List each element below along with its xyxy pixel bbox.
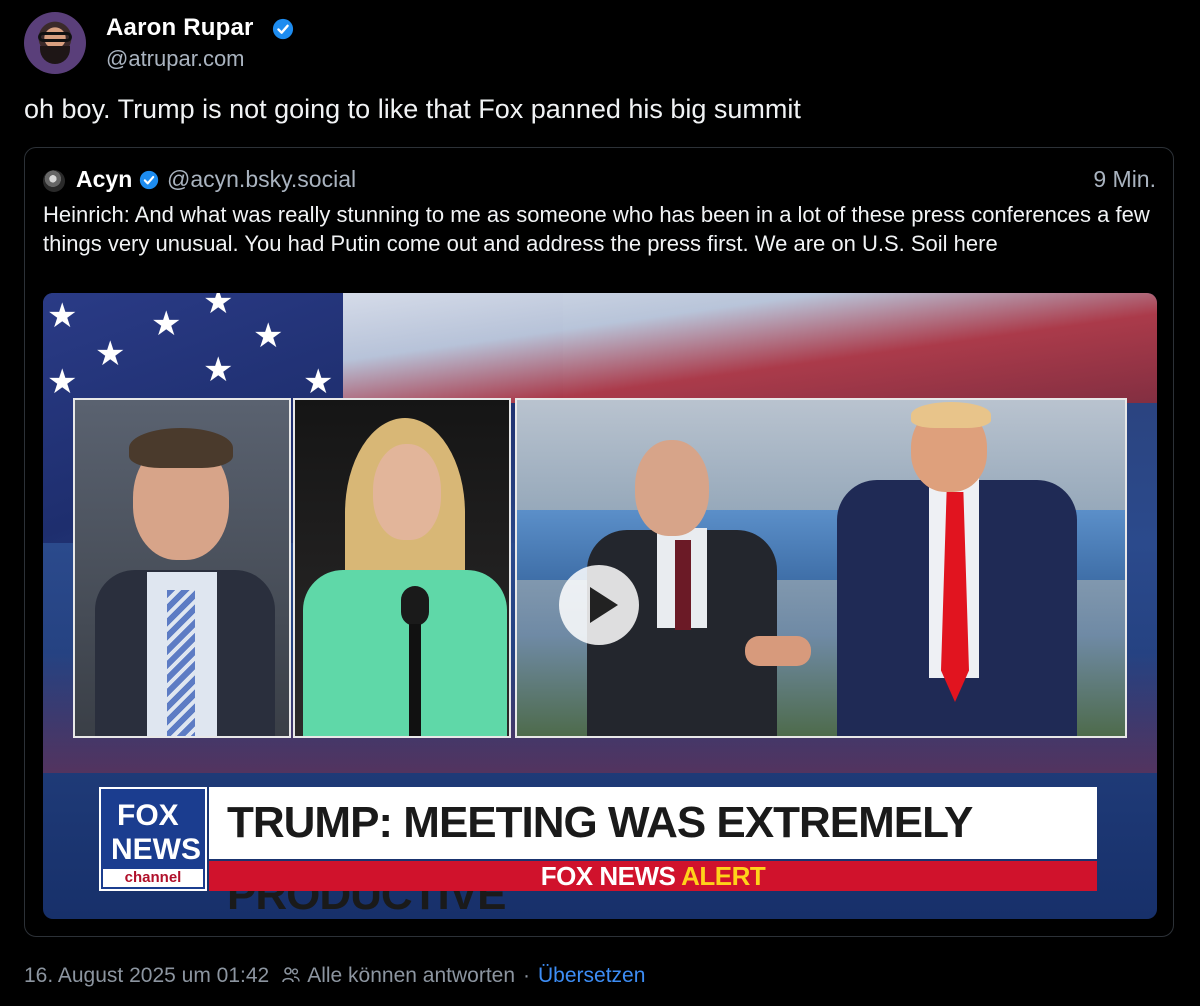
- quoted-post-card[interactable]: Acyn @acyn.bsky.social 9 Min. Heinrich: …: [24, 147, 1174, 937]
- handshake: [745, 636, 811, 666]
- star-decoration: ★: [203, 293, 234, 321]
- star-decoration: ★: [47, 297, 78, 335]
- verified-badge-icon: [139, 170, 159, 190]
- logo-channel-text: channel: [103, 869, 203, 887]
- quoted-author-avatar[interactable]: [43, 170, 65, 192]
- chyron-headline: TRUMP: MEETING WAS EXTREMELY PRODUCTIVE: [209, 787, 1097, 919]
- star-decoration: ★: [203, 351, 234, 389]
- flag-stripes-graphic: [343, 293, 1157, 403]
- reporter-head: [373, 444, 441, 540]
- author-display-name[interactable]: Aaron Rupar: [106, 14, 254, 42]
- left-man-head: [635, 440, 709, 536]
- chyron-alert-bar: FOX NEWS ALERT: [209, 861, 1097, 891]
- left-man-tie: [675, 540, 691, 630]
- video-frame-reporter: [293, 398, 511, 738]
- logo-fox-text: FOX: [117, 799, 179, 832]
- post-footer: 16. August 2025 um 01:42 Alle können ant…: [24, 964, 645, 988]
- star-decoration: ★: [151, 305, 182, 343]
- post-text: oh boy. Trump is not going to like that …: [24, 94, 801, 124]
- translate-link[interactable]: Übersetzen: [538, 964, 645, 987]
- anchor-tie: [167, 590, 195, 736]
- people-icon: [282, 967, 300, 983]
- reply-setting[interactable]: Alle können antworten: [307, 964, 515, 987]
- separator-dot: ·: [523, 964, 531, 987]
- quoted-post-time: 9 Min.: [1093, 166, 1156, 192]
- microphone-handle: [409, 624, 421, 736]
- microphone: [401, 586, 429, 626]
- verified-badge-icon: [272, 18, 294, 40]
- quoted-author-name[interactable]: Acyn: [76, 166, 132, 193]
- anchor-hair: [129, 428, 233, 468]
- video-player[interactable]: ★ ★ ★ ★ ★ ★ ★ ★ FOX NEWS channel TRUMP: …: [43, 293, 1157, 919]
- video-frame-anchor: [73, 398, 291, 738]
- post-timestamp[interactable]: 16. August 2025 um 01:42: [24, 964, 269, 987]
- fox-news-logo: FOX NEWS channel: [99, 787, 207, 891]
- right-man-hair: [911, 402, 991, 428]
- author-avatar[interactable]: [24, 12, 86, 74]
- star-decoration: ★: [47, 363, 78, 401]
- star-decoration: ★: [253, 317, 284, 355]
- play-icon[interactable]: [559, 565, 639, 645]
- chyron-alert-fox-news: FOX NEWS: [540, 861, 676, 891]
- chyron-alert-word: ALERT: [681, 861, 766, 891]
- quoted-post-text: Heinrich: And what was really stunning t…: [43, 202, 1150, 256]
- star-decoration: ★: [303, 363, 334, 401]
- avatar-glasses: [38, 32, 72, 42]
- quoted-author-handle[interactable]: @acyn.bsky.social: [167, 166, 356, 193]
- avatar-beard: [40, 46, 70, 64]
- star-decoration: ★: [95, 335, 126, 373]
- post-author-header: Aaron Rupar @atrupar.com: [24, 12, 1174, 76]
- author-handle[interactable]: @atrupar.com: [106, 46, 245, 72]
- logo-news-text: NEWS: [111, 833, 201, 866]
